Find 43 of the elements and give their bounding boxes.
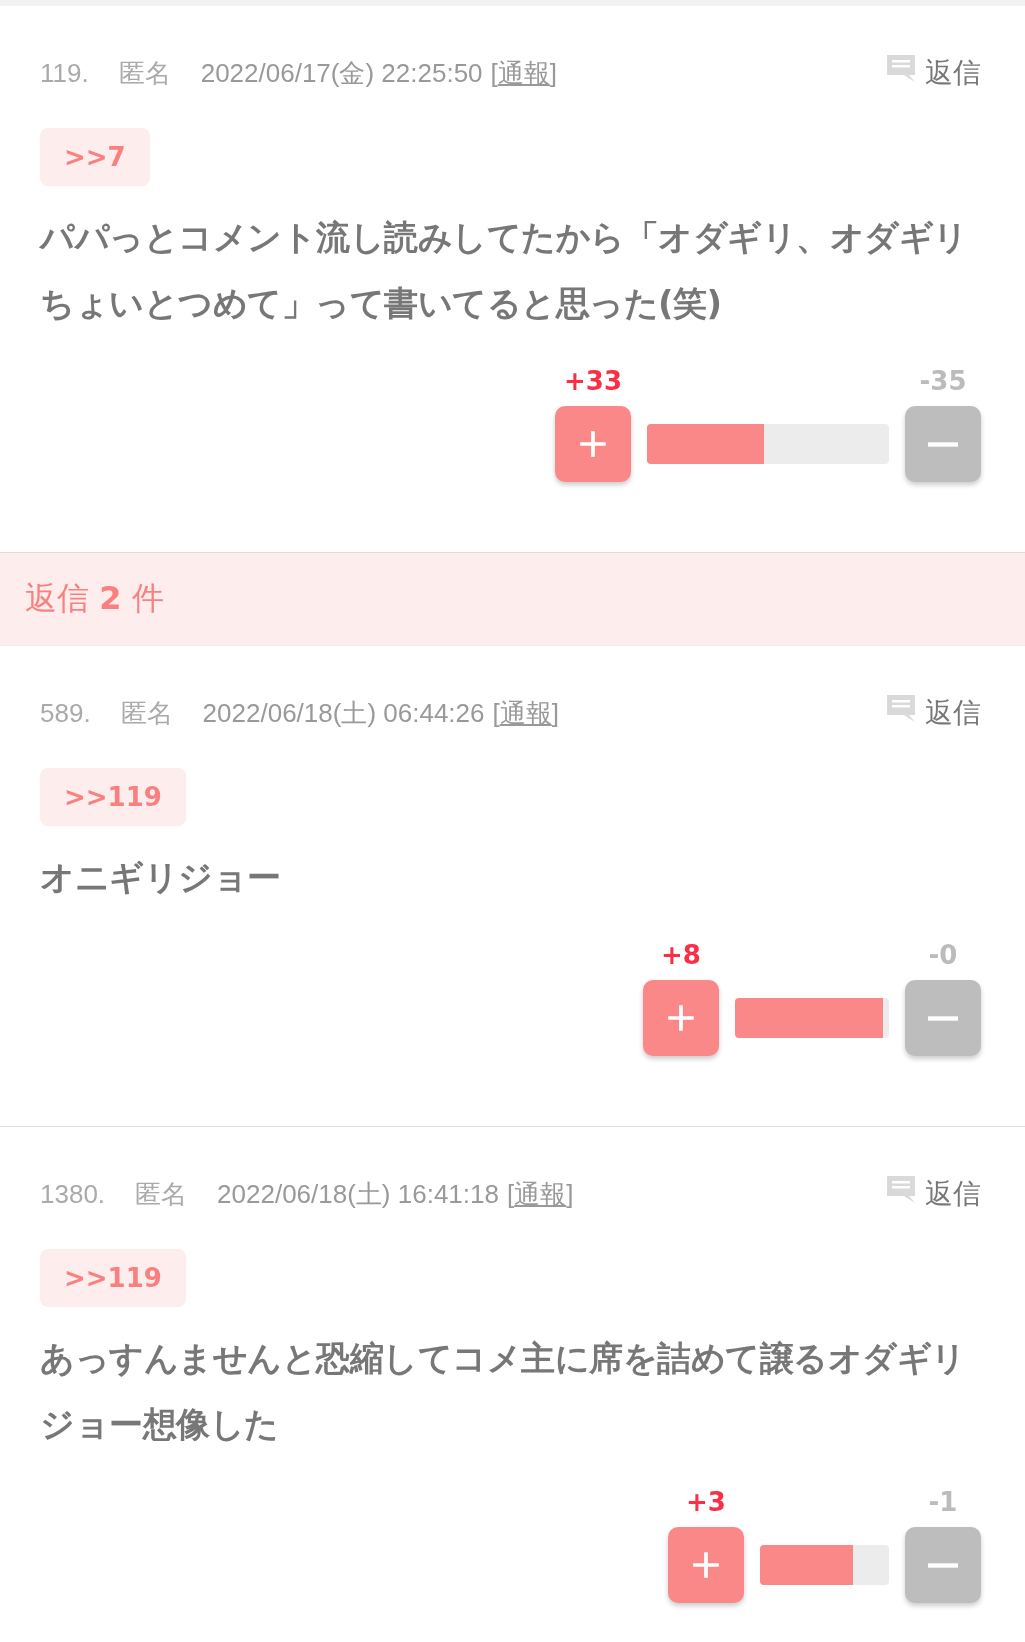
comment-date: 2022/06/18(土) 16:41:18 bbox=[217, 1177, 499, 1211]
comment-text: パパっとコメント流し読みしてたから「オダギリ、オダギリちょいとつめて」って書いてると思った(笑) bbox=[40, 216, 969, 325]
comment-date: 2022/06/18(土) 06:44:26 bbox=[202, 696, 485, 730]
comment-icon bbox=[885, 53, 917, 85]
comment-date: 2022/06/17(金) 22:25:50 bbox=[200, 56, 483, 90]
reply-anchor[interactable]: >>119 bbox=[40, 1249, 186, 1307]
minus-button[interactable] bbox=[905, 980, 981, 1056]
comment-icon bbox=[885, 693, 917, 725]
comment-icon bbox=[885, 1174, 917, 1206]
comment-number: 1380. bbox=[40, 1178, 106, 1210]
reply-anchor[interactable]: >>119 bbox=[40, 768, 186, 826]
author-name: 匿名 bbox=[118, 56, 171, 90]
minus-icon bbox=[927, 1562, 959, 1568]
plus-button[interactable] bbox=[643, 980, 719, 1056]
minus-button[interactable] bbox=[905, 1527, 981, 1603]
plus-count: +8 bbox=[661, 940, 701, 970]
plus-button[interactable] bbox=[668, 1527, 744, 1603]
plus-button[interactable] bbox=[555, 406, 631, 482]
minus-count: -35 bbox=[919, 366, 967, 396]
minus-button[interactable] bbox=[905, 406, 981, 482]
plus-icon bbox=[577, 428, 609, 460]
comment-number: 119. bbox=[40, 57, 89, 89]
comment-text: オニギリジョー bbox=[40, 856, 282, 899]
reply-link[interactable]: 返信 bbox=[885, 1175, 981, 1213]
report-link[interactable]: [通報] bbox=[490, 55, 558, 91]
reply-link[interactable]: 返信 bbox=[885, 694, 981, 732]
comment-number: 589. bbox=[40, 697, 91, 729]
plus-icon bbox=[665, 1002, 697, 1034]
minus-count: -1 bbox=[928, 1487, 958, 1517]
plus-icon bbox=[690, 1549, 722, 1581]
comment-text: あっすんませんと恐縮してコメ主に席を詰めて譲るオダギリジョー想像した bbox=[40, 1337, 967, 1446]
plus-count: +3 bbox=[686, 1487, 726, 1517]
report-link[interactable]: [通報] bbox=[506, 1176, 574, 1212]
report-link[interactable]: [通報] bbox=[492, 695, 559, 731]
minus-count: -0 bbox=[928, 940, 958, 970]
plus-count: +33 bbox=[564, 366, 622, 396]
author-name: 匿名 bbox=[120, 696, 173, 730]
author-name: 匿名 bbox=[135, 1177, 188, 1211]
minus-icon bbox=[927, 1015, 959, 1021]
reply-anchor[interactable]: >>7 bbox=[40, 128, 150, 186]
reply-link[interactable]: 返信 bbox=[885, 54, 981, 92]
reply-count: 返信 2 件 bbox=[25, 578, 164, 619]
minus-icon bbox=[927, 441, 959, 447]
